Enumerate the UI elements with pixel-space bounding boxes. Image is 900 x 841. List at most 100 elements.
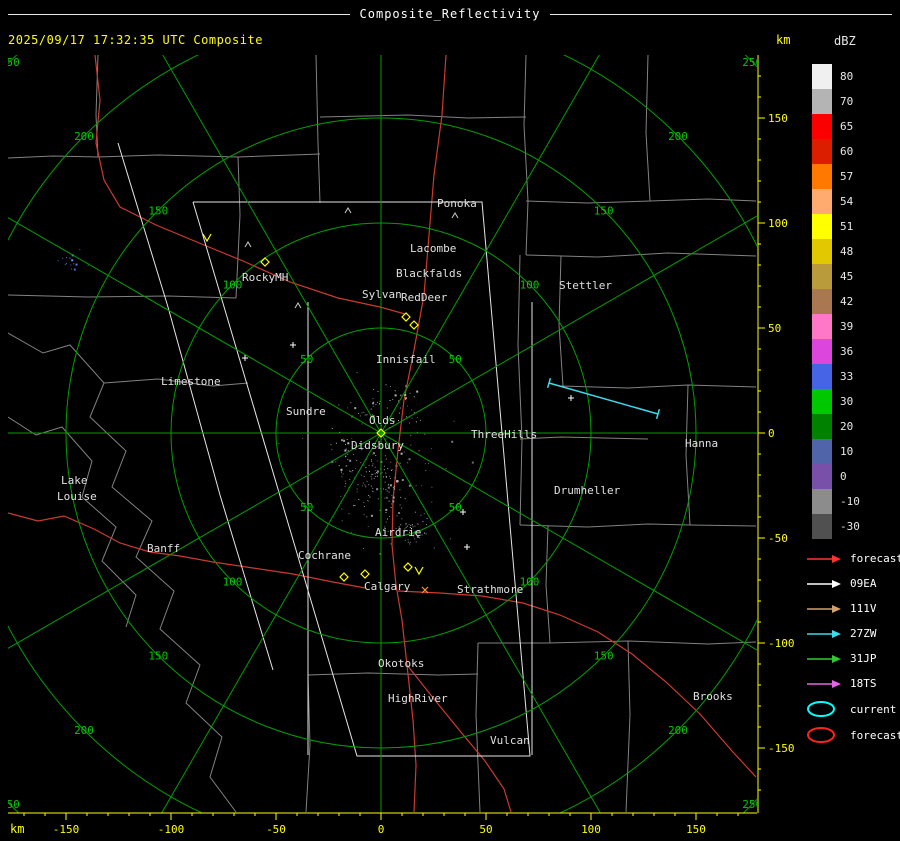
echo-pixel bbox=[398, 420, 399, 422]
site-diamond-marker bbox=[339, 572, 349, 582]
echo-pixel bbox=[409, 392, 411, 394]
colorbar-entry: -10 bbox=[812, 489, 860, 514]
echo-pixel bbox=[386, 490, 388, 492]
echo-pixel bbox=[344, 480, 346, 482]
echo-pixel bbox=[385, 458, 387, 460]
colorbar-value: 39 bbox=[840, 320, 854, 333]
colorbar-swatch bbox=[812, 389, 832, 414]
county-boundary bbox=[315, 55, 321, 204]
colorbar-value: 20 bbox=[840, 420, 854, 433]
echo-pixel bbox=[345, 443, 346, 445]
echo-pixel bbox=[347, 458, 349, 460]
echo-pixel bbox=[364, 414, 366, 416]
echo-pixel bbox=[331, 449, 333, 451]
range-label: 200 bbox=[74, 724, 94, 737]
echo-pixel bbox=[354, 407, 357, 410]
echo-pixel bbox=[365, 466, 367, 468]
peak-marker bbox=[294, 302, 302, 309]
legend-track-item: 18TS bbox=[806, 671, 900, 696]
radar-map-canvas[interactable]: 5050505010010010010015015015015020020020… bbox=[8, 55, 757, 813]
county-boundary bbox=[517, 254, 523, 526]
colorbar-swatch bbox=[812, 239, 832, 264]
colorbar-entry: 33 bbox=[812, 364, 860, 389]
echo-pixel bbox=[398, 412, 400, 414]
colorbar-value: 57 bbox=[840, 170, 854, 183]
track-arrow-icon bbox=[807, 629, 841, 638]
echo-pixel bbox=[372, 405, 374, 407]
axis-label: 100 bbox=[581, 823, 601, 836]
echo-pixel bbox=[393, 497, 395, 499]
echo-pixel bbox=[396, 480, 399, 482]
echo-pixel bbox=[399, 489, 401, 491]
echo-pixel bbox=[400, 452, 403, 455]
echo-pixel bbox=[363, 506, 365, 507]
echo-pixel bbox=[419, 419, 421, 421]
county-boundary bbox=[519, 523, 757, 528]
county-boundary bbox=[545, 525, 551, 644]
echo-pixel bbox=[363, 464, 365, 466]
colorbar-value: 80 bbox=[840, 70, 854, 83]
echo-pixel bbox=[385, 508, 388, 511]
colorbar-swatch bbox=[812, 339, 832, 364]
ellipse-shape bbox=[807, 727, 835, 743]
echo-pixel bbox=[371, 459, 373, 461]
echo-pixel bbox=[383, 488, 384, 490]
echo-pixel bbox=[425, 533, 427, 535]
colorbar-value: 65 bbox=[840, 120, 854, 133]
echo-pixel bbox=[388, 491, 390, 493]
echo-pixel bbox=[363, 411, 365, 413]
echo-pixel bbox=[351, 471, 353, 473]
echo-pixel bbox=[369, 470, 370, 472]
echo-pixel bbox=[379, 400, 381, 402]
track-arrow-icon bbox=[807, 679, 841, 688]
site-diamond-marker bbox=[409, 320, 419, 330]
echo-pixel bbox=[356, 372, 358, 374]
echo-pixel bbox=[363, 547, 364, 549]
legend-track-label: 31JP bbox=[850, 652, 877, 665]
axis-label: 50 bbox=[768, 322, 781, 335]
range-label: 200 bbox=[668, 724, 688, 737]
echo-pixel bbox=[375, 404, 377, 406]
colorbar: 80 70 65 60 57 54 51 48 45 42 39 36 33 30 20 10 0 -10 -30 bbox=[812, 64, 860, 539]
aircraft-track bbox=[546, 377, 661, 420]
county-boundary bbox=[235, 156, 241, 299]
echo-pixel bbox=[345, 465, 347, 467]
axis-label: -50 bbox=[768, 532, 788, 545]
city-label: Okotoks bbox=[378, 657, 424, 670]
peak-marker bbox=[344, 207, 352, 214]
echo-pixel bbox=[363, 514, 365, 516]
echo-pixel bbox=[73, 263, 75, 265]
echo-pixel bbox=[360, 462, 362, 464]
axis-label: 150 bbox=[768, 112, 788, 125]
echo-pixel bbox=[396, 515, 398, 517]
echo-pixel bbox=[373, 389, 375, 391]
axis-label: -150 bbox=[768, 742, 795, 755]
echo-pixel bbox=[410, 444, 412, 446]
echo-pixel bbox=[424, 532, 425, 534]
echo-pixel bbox=[413, 396, 415, 398]
colorbar-value: 42 bbox=[840, 295, 854, 308]
echo-pixel bbox=[376, 488, 379, 491]
city-label: Drumheller bbox=[554, 484, 621, 497]
colorbar-value: 36 bbox=[840, 345, 854, 358]
echo-pixel bbox=[338, 465, 340, 467]
county-boundary bbox=[307, 672, 479, 676]
colorbar-entry: 80 bbox=[812, 64, 860, 89]
axis-label: 100 bbox=[768, 217, 788, 230]
legend-track-label: 18TS bbox=[850, 677, 877, 690]
radar-map[interactable]: 50 50 50 50 100 100 100 100 150 150 150 150 200 200 20… bbox=[8, 55, 757, 813]
echo-pixel bbox=[372, 473, 374, 475]
county-boundary bbox=[8, 416, 137, 628]
range-label: 100 bbox=[223, 279, 243, 292]
echo-pixel bbox=[385, 384, 387, 386]
colorbar-value: 51 bbox=[840, 220, 854, 233]
echo-pixel bbox=[73, 268, 76, 271]
echo-pixel bbox=[407, 405, 409, 407]
city-label: RedDeer bbox=[401, 291, 448, 304]
timestamp: 2025/09/17 17:32:35 UTC Composite bbox=[8, 33, 263, 47]
echo-pixel bbox=[392, 500, 395, 503]
echo-pixel bbox=[445, 468, 447, 470]
echo-pixel bbox=[368, 494, 370, 496]
county-boundary bbox=[560, 384, 757, 389]
echo-pixel bbox=[471, 461, 474, 464]
